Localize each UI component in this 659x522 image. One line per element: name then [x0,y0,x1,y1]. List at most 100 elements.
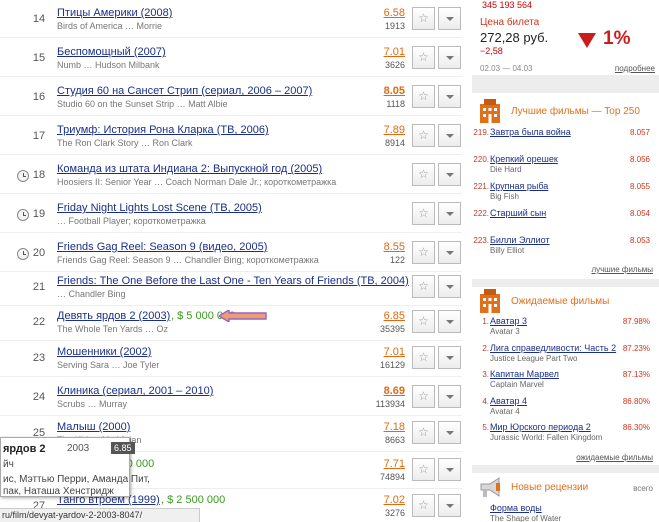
chevron-down-icon[interactable] [438,385,461,408]
item-subtitle: The Shape of Water [490,514,562,522]
star-icon[interactable]: ☆ [412,346,435,369]
chevron-down-icon[interactable] [438,421,461,444]
film-title-link[interactable]: Студия 60 на Сансет Стрип (сериал, 2006 … [57,85,312,97]
film-rating-link[interactable]: 7.71 [384,458,405,470]
film-rating-link[interactable]: 8.05 [384,85,405,97]
top250-header: Лучшие фильмы — Top 250 [472,97,659,125]
film-title-link[interactable]: Малыш (2000) [57,421,130,433]
film-title-link[interactable]: Friends Gag Reel: Season 9 (видео, 2005) [57,241,267,253]
film-votes: 8914 [384,138,405,148]
item-title-link[interactable]: Крепкий орешек [490,154,558,164]
chevron-down-icon[interactable] [438,202,461,225]
chevron-down-icon[interactable] [438,310,461,333]
row-divider [0,76,462,77]
chevron-down-icon[interactable] [438,163,461,186]
star-icon[interactable]: ☆ [412,46,435,69]
item-subtitle: Avatar 3 [490,327,520,336]
film-title-link[interactable]: Клиника (сериал, 2001 – 2010) [57,385,213,397]
top250-more-link[interactable]: лучшие фильмы [591,265,653,274]
item-rank: 4. [482,396,489,406]
film-row: 16 Студия 60 на Сансет Стрип (сериал, 200… [0,83,462,122]
sidebar-list-item: 222. Старший сын 8.054 [472,208,659,230]
sidebar-list-item: 1. Аватар 3 Avatar 3 87.98% [472,316,659,338]
star-icon[interactable]: ☆ [412,494,435,517]
chevron-down-icon[interactable] [438,7,461,30]
item-title-link[interactable]: Завтра была война [490,127,571,137]
film-votes: 74894 [379,472,405,482]
film-title-link[interactable]: Мошенники (2002) [57,346,151,358]
film-title-link[interactable]: Команда из штата Индиана 2: Выпускной го… [57,163,322,175]
item-title-link[interactable]: Аватар 4 [490,396,527,406]
expected-more-link[interactable]: ожидаемые фильмы [576,453,653,462]
item-title-link[interactable]: Лига справедливости: Часть 2 [490,343,616,353]
film-number: 24 [32,391,46,403]
sidebar-divider [472,75,659,93]
sidebar-list-item: 4. Аватар 4 Avatar 4 86.80% [472,396,659,418]
film-subtitle: Scrubs … Murray [57,399,128,409]
film-number: 16 [32,91,46,103]
star-icon[interactable]: ☆ [412,7,435,30]
chevron-down-icon[interactable] [438,275,461,298]
star-icon[interactable]: ☆ [412,458,435,481]
star-icon[interactable]: ☆ [412,310,435,333]
film-rating-link[interactable]: 7.02 [384,494,405,506]
film-title-link[interactable]: Девять ярдов 2 (2003) [57,310,170,322]
film-title-link[interactable]: Беспомощный (2007) [57,46,166,58]
item-title-link[interactable]: Капитан Марвел [490,369,559,379]
expected-title: Ожидаемые фильмы [511,296,610,307]
ticket-more-link[interactable]: подробнее [615,64,655,73]
chevron-down-icon[interactable] [438,458,461,481]
chevron-down-icon[interactable] [438,124,461,147]
film-row: 15 Беспомощный (2007) Numb … Hudson Milban… [0,44,462,83]
item-title-link[interactable]: Билли Эллиот [490,235,550,245]
star-icon[interactable]: ☆ [412,241,435,264]
film-building-icon [480,99,500,123]
film-rating-link[interactable]: 7.01 [384,346,405,358]
star-icon[interactable]: ☆ [412,385,435,408]
item-subtitle: Die Hard [490,165,522,174]
film-rating-link[interactable]: 8.69 [384,385,405,397]
star-icon[interactable]: ☆ [412,421,435,444]
chevron-down-icon[interactable] [438,346,461,369]
film-rating-link[interactable]: 7.18 [384,421,405,433]
item-title-link[interactable]: Старший сын [490,208,546,218]
chevron-down-icon[interactable] [438,85,461,108]
item-score: 87.98% [622,317,650,326]
film-title-link[interactable]: Триумф: История Рона Кларка (ТВ, 2006) [57,124,269,136]
item-title-link[interactable]: Крупная рыба [490,181,548,191]
item-score: 87.23% [622,343,650,353]
item-rank: 221. [473,182,489,191]
star-icon[interactable]: ☆ [412,124,435,147]
film-rating-link[interactable]: 8.55 [384,241,405,253]
film-subtitle: … Chandler Bing [57,289,126,299]
film-rating-link[interactable]: 6.85 [384,310,405,322]
ticket-percent-change: 1% [603,28,631,49]
item-title-link[interactable]: Форма воды [490,503,542,513]
film-rating-link[interactable]: 7.89 [384,124,405,136]
chevron-down-icon[interactable] [438,241,461,264]
sidebar-list-item: 223. Билли Эллиот Billy Elliot 8.053 [472,235,659,257]
star-icon[interactable]: ☆ [412,85,435,108]
row-divider [0,154,462,155]
reviews-all-link[interactable]: всего [633,484,653,493]
star-icon[interactable]: ☆ [412,163,435,186]
star-icon[interactable]: ☆ [412,275,435,298]
tooltip-rating-badge: 6.85 [111,442,135,454]
film-title-link[interactable]: Птицы Америки (2008) [57,7,172,19]
film-rating-link[interactable]: 7.01 [384,46,405,58]
star-icon[interactable]: ☆ [412,202,435,225]
reviews-title: Новые рецензии [511,482,589,493]
film-title-link[interactable]: Friday Night Lights Lost Scene (ТВ, 2005… [57,202,262,214]
film-title-link[interactable]: Friends: The One Before the Last One - T… [57,275,409,287]
chevron-down-icon[interactable] [438,494,461,517]
sidebar-list-item: 3. Капитан Марвел Captain Marvel 87.13% [472,369,659,391]
item-title-link[interactable]: Аватар 3 [490,316,527,326]
item-rank: 3. [482,370,489,379]
chevron-down-icon[interactable] [438,46,461,69]
item-title-link[interactable]: Мир Юрского периода 2 [490,422,591,432]
item-score: 8.053 [629,236,650,245]
row-divider [0,37,462,38]
film-rating-link[interactable]: 6.58 [384,7,405,19]
sidebar-list-item: Форма воды The Shape of Water [472,503,659,522]
item-rank: 219. [473,128,489,137]
